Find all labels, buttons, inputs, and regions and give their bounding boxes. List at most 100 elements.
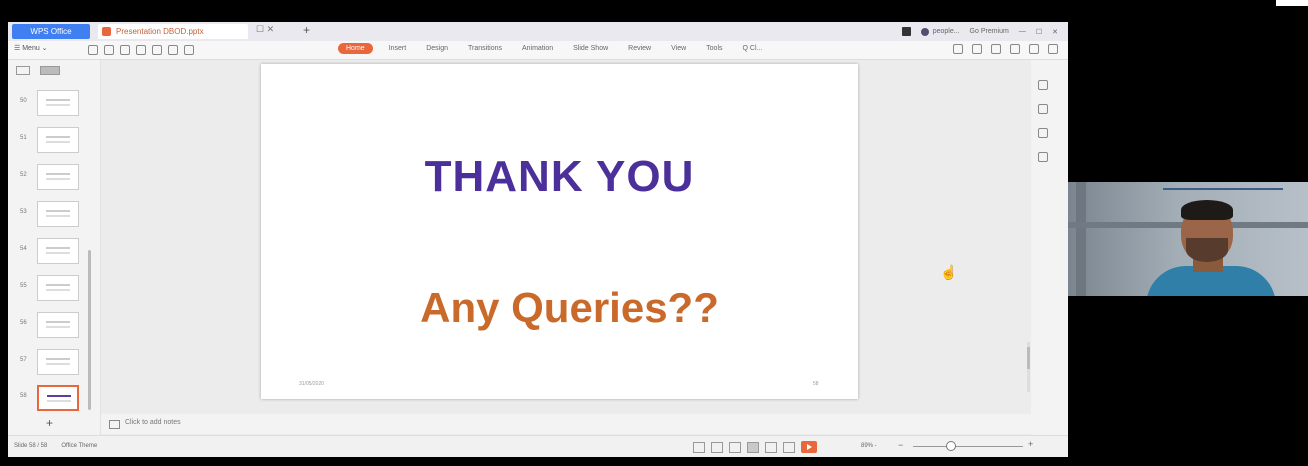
preview-icon[interactable] [152,45,162,55]
slides-view-icon[interactable] [40,66,60,75]
thumbnail-row[interactable]: 53 [8,201,100,231]
reading-view-icon[interactable] [783,441,795,453]
comment-icon[interactable] [1010,44,1020,54]
slide-thumbnail[interactable] [37,201,79,227]
zoom-slider[interactable] [913,446,1023,447]
thumbnail-row[interactable]: 56 [8,312,100,342]
open-icon[interactable] [88,45,98,55]
presenter-hair [1181,200,1233,220]
edit-icon[interactable] [1038,128,1048,138]
maximize-icon[interactable]: ☐ [1036,28,1042,36]
slide-number: 53 [20,209,27,215]
notes-placeholder[interactable]: Click to add notes [125,419,181,426]
slide-number: 54 [20,246,27,252]
slide-footer-number: 58 [813,381,819,387]
new-tab-button[interactable]: + [303,23,310,37]
slide-thumbnail[interactable] [37,349,79,375]
menu-button[interactable]: ☰ Menu ⌄ [14,44,48,52]
slide-title[interactable]: THANK YOU [261,152,858,202]
thumbnail-row[interactable]: 57 [8,349,100,379]
webcam-line [1163,188,1283,190]
minimize-icon[interactable]: — [1019,28,1026,35]
notes-pane[interactable]: Click to add notes [101,414,1031,434]
thumbnail-view-switch [16,66,60,75]
share-icon[interactable] [953,44,963,54]
tab-review[interactable]: Review [624,43,655,54]
save-icon[interactable] [104,45,114,55]
comments-toggle-icon[interactable] [711,441,723,453]
slide-thumbnail[interactable] [37,127,79,153]
search-commands[interactable]: Q Cl... [739,43,767,54]
ribbon-tabs: Home Insert Design Transitions Animation… [338,43,766,54]
quick-access-toolbar [88,45,194,55]
notes-icon [109,420,120,429]
close-icon[interactable]: ✕ [1052,28,1058,36]
premium-button[interactable]: Go Premium [970,28,1009,35]
sorter-view-icon[interactable] [765,441,777,453]
cloud-icon[interactable] [972,44,982,54]
thumbnail-row[interactable]: 52 [8,164,100,194]
beautify-icon[interactable] [729,441,741,453]
slide-thumbnail[interactable] [37,275,79,301]
slide-thumbnail[interactable] [37,90,79,116]
zoom-level[interactable]: 89% - [861,443,877,449]
tab-window-controls[interactable]: ☐ ✕ [256,24,274,35]
zoom-slider-handle[interactable] [946,441,956,451]
collapse-ribbon-icon[interactable] [1048,44,1058,54]
ribbon-right-tools [953,44,1058,54]
current-slide[interactable]: THANK YOU Any Queries?? 31/05/2020 58 [261,64,858,399]
export-icon[interactable] [136,45,146,55]
thumbnail-row[interactable]: 51 [8,127,100,157]
titlebar-right: people... Go Premium — ☐ ✕ [901,25,1058,38]
normal-view-icon[interactable] [747,441,759,453]
slide-thumbnail[interactable] [37,164,79,190]
tab-slide-show[interactable]: Slide Show [569,43,612,54]
presentation-icon [102,27,111,36]
tab-home[interactable]: Home [338,43,373,54]
undo-icon[interactable] [168,45,178,55]
tab-design[interactable]: Design [422,43,452,54]
tab-view[interactable]: View [667,43,690,54]
slide-number: 58 [20,393,27,399]
add-slide-button[interactable]: + [46,416,53,430]
document-tab[interactable]: Presentation DBOD.pptx [98,24,248,39]
tab-transitions[interactable]: Transitions [464,43,506,54]
tab-tools[interactable]: Tools [702,43,726,54]
zoom-in-icon[interactable]: + [1028,439,1033,449]
slide-number: 50 [20,98,27,104]
vertical-scrollbar-thumb[interactable] [1027,347,1030,369]
thumbnail-row[interactable]: 50 [8,90,100,120]
screen-icon[interactable] [901,27,911,36]
play-slideshow-button[interactable] [801,441,817,453]
format-icon[interactable] [1038,80,1048,90]
print-icon[interactable] [120,45,130,55]
more-icon[interactable] [1029,44,1039,54]
shape-icon[interactable] [1038,104,1048,114]
slide-thumbnail[interactable] [37,312,79,338]
outline-view-icon[interactable] [16,66,30,75]
account-button[interactable]: people... [920,27,960,36]
slide-number: 51 [20,135,27,141]
tab-insert[interactable]: Insert [385,43,411,54]
screen-corner [1276,0,1308,6]
slide-footer-date: 31/05/2020 [299,381,325,387]
slide-thumbnail-current[interactable] [37,385,79,411]
thumbnail-row[interactable]: 55 [8,275,100,305]
slide-subtitle[interactable]: Any Queries?? [271,284,868,332]
layout-icon[interactable] [991,44,1001,54]
notes-toggle-icon[interactable] [693,441,705,453]
settings-icon[interactable] [1038,152,1048,162]
thumbnail-row-current[interactable]: 58 [8,385,100,415]
thumbnail-row[interactable]: 54 [8,238,100,268]
document-tab-label: Presentation DBOD.pptx [116,27,204,36]
redo-icon[interactable] [184,45,194,55]
zoom-out-icon[interactable]: − [898,440,903,450]
tab-animation[interactable]: Animation [518,43,557,54]
slide-number: 52 [20,172,27,178]
thumbnail-scrollbar[interactable] [88,250,91,410]
app-tab-wps[interactable]: WPS Office [12,24,90,39]
slide-canvas: THANK YOU Any Queries?? 31/05/2020 58 Cl… [101,60,1031,435]
account-name: people... [932,28,960,35]
webcam-pipe [1076,182,1086,296]
slide-thumbnail[interactable] [37,238,79,264]
